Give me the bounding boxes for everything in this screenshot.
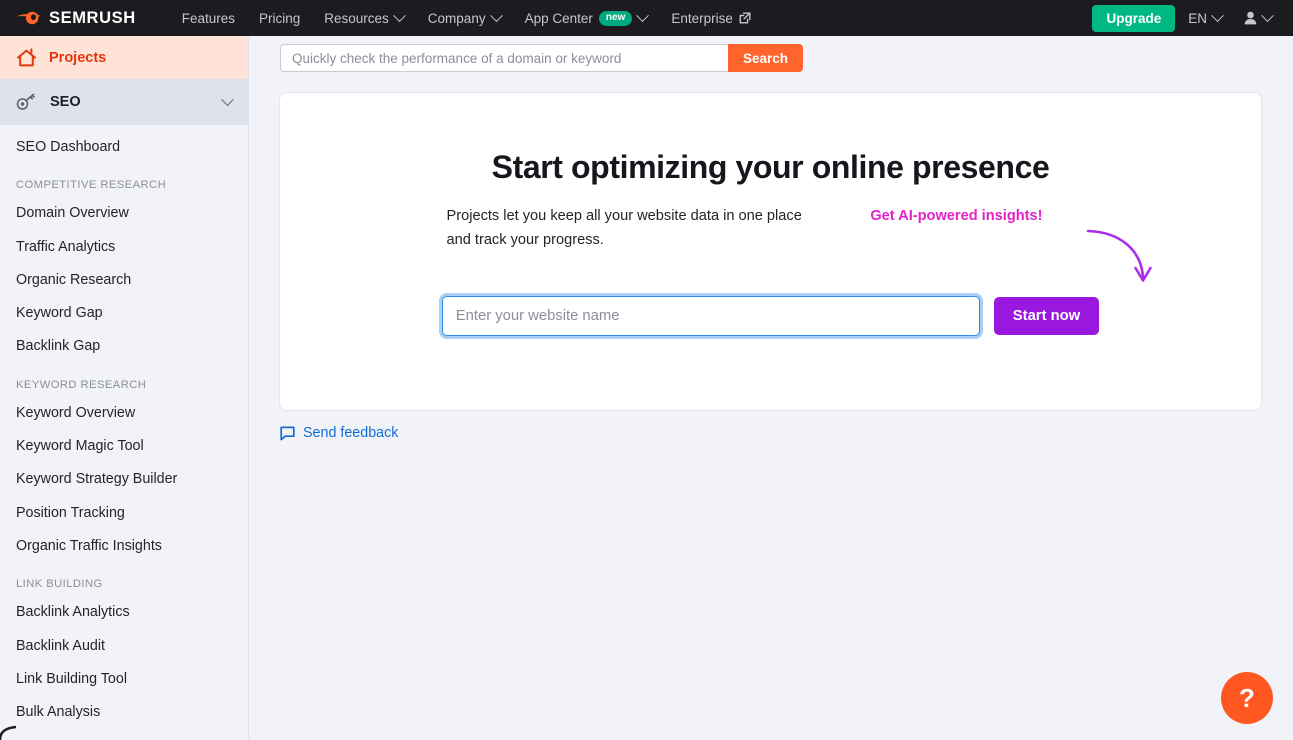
sidebar-group-title-keyword-research: KEYWORD RESEARCH bbox=[16, 378, 147, 391]
nav-item-enterprise[interactable]: Enterprise bbox=[659, 0, 763, 36]
ai-insights-note: Get AI-powered insights! bbox=[870, 208, 1043, 224]
chevron-down-icon bbox=[392, 8, 406, 22]
sidebar-group-title-link-building: LINK BUILDING bbox=[16, 578, 103, 591]
search-group: Search bbox=[280, 44, 804, 72]
nav-right-group: Upgrade EN bbox=[1092, 0, 1281, 36]
brand-name: SEMRUSH bbox=[49, 8, 136, 27]
chevron-down-icon[interactable] bbox=[221, 92, 234, 106]
website-form: Start now bbox=[441, 296, 1100, 337]
account-menu[interactable] bbox=[1235, 0, 1281, 36]
help-button[interactable]: ? bbox=[1221, 672, 1273, 724]
website-input-wrapper[interactable] bbox=[441, 296, 980, 337]
sidebar-item-projects[interactable]: Projects bbox=[0, 36, 248, 79]
sidebar-menu: SEO Dashboard COMPETITIVE RESEARCH Domai… bbox=[0, 125, 248, 740]
speech-bubble-icon bbox=[280, 426, 295, 440]
curved-down-arrow-icon bbox=[1086, 229, 1152, 282]
website-name-input[interactable] bbox=[442, 308, 979, 325]
home-icon bbox=[17, 47, 36, 66]
sidebar-item-keyword-overview[interactable]: Keyword Overview bbox=[0, 397, 248, 430]
upgrade-button[interactable]: Upgrade bbox=[1092, 4, 1176, 32]
sidebar-projects-label: Projects bbox=[49, 49, 107, 66]
nav-items: Features Pricing Resources Company App C… bbox=[170, 0, 763, 36]
app-shell: Projects SEO SEO Dashboard COMPETITIVE R… bbox=[0, 36, 1293, 740]
nav-item-resources[interactable]: Resources bbox=[312, 0, 416, 36]
new-badge: new bbox=[598, 10, 633, 26]
sidebar-item-backlink-audit[interactable]: Backlink Audit bbox=[0, 630, 248, 663]
nav-item-pricing[interactable]: Pricing bbox=[247, 0, 312, 36]
sidebar-item-backlink-gap[interactable]: Backlink Gap bbox=[0, 330, 248, 363]
sidebar-item-domain-overview[interactable]: Domain Overview bbox=[0, 197, 248, 230]
nav-item-label: Pricing bbox=[259, 10, 301, 26]
top-navigation-bar: SEMRUSH Features Pricing Resources Compa… bbox=[0, 0, 1293, 36]
nav-item-label: Company bbox=[427, 10, 486, 26]
global-search-bar: Search bbox=[249, 36, 1293, 80]
page-title: Start optimizing your online presence bbox=[491, 149, 1050, 185]
nav-item-label: Features bbox=[181, 10, 235, 26]
sidebar-group-title-competitive-research: COMPETITIVE RESEARCH bbox=[16, 179, 167, 192]
user-avatar-icon bbox=[1244, 11, 1257, 25]
sidebar-item-traffic-analytics[interactable]: Traffic Analytics bbox=[0, 231, 248, 264]
nav-item-label: App Center bbox=[524, 10, 593, 26]
sidebar-group-title-on-page-tech-seo: ON PAGE & TECH SEO bbox=[0, 729, 248, 740]
nav-item-label: Enterprise bbox=[671, 10, 733, 26]
chevron-down-icon bbox=[489, 8, 503, 22]
sidebar-section-seo[interactable]: SEO bbox=[0, 79, 248, 125]
hero-description: Projects let you keep all your website d… bbox=[446, 208, 802, 248]
semrush-logo[interactable]: SEMRUSH bbox=[16, 9, 136, 27]
hero-subtitle-row: Projects let you keep all your website d… bbox=[446, 205, 1152, 282]
chevron-down-icon bbox=[1211, 8, 1224, 22]
start-now-button[interactable]: Start now bbox=[993, 297, 1100, 336]
sidebar-item-position-tracking[interactable]: Position Tracking bbox=[0, 497, 248, 530]
sidebar-item-organic-research[interactable]: Organic Research bbox=[0, 264, 248, 297]
nav-item-features[interactable]: Features bbox=[170, 0, 247, 36]
main-content: Search Start optimizing your online pres… bbox=[249, 36, 1293, 740]
send-feedback-label: Send feedback bbox=[303, 425, 399, 441]
sidebar-item-keyword-gap[interactable]: Keyword Gap bbox=[0, 297, 248, 330]
nav-item-company[interactable]: Company bbox=[416, 0, 513, 36]
sidebar-item-backlink-analytics[interactable]: Backlink Analytics bbox=[0, 596, 248, 629]
sidebar-item-keyword-magic-tool[interactable]: Keyword Magic Tool bbox=[0, 430, 248, 463]
sidebar-item-organic-traffic-insights[interactable]: Organic Traffic Insights bbox=[0, 530, 248, 563]
semrush-comet-logo-icon bbox=[17, 11, 40, 25]
external-link-icon bbox=[739, 12, 751, 24]
sidebar-item-link-building-tool[interactable]: Link Building Tool bbox=[0, 663, 248, 696]
send-feedback-link[interactable]: Send feedback bbox=[280, 425, 1293, 441]
chevron-down-icon bbox=[1261, 8, 1274, 22]
sidebar-item-bulk-analysis[interactable]: Bulk Analysis bbox=[0, 696, 248, 729]
sidebar-item-seo-dashboard[interactable]: SEO Dashboard bbox=[0, 131, 248, 164]
sidebar-corner-accent bbox=[0, 725, 17, 740]
search-input[interactable] bbox=[280, 44, 728, 72]
sidebar: Projects SEO SEO Dashboard COMPETITIVE R… bbox=[0, 36, 249, 740]
nav-item-label: Resources bbox=[324, 10, 389, 26]
language-selector[interactable]: EN bbox=[1179, 0, 1231, 36]
search-button[interactable]: Search bbox=[728, 44, 804, 72]
language-label: EN bbox=[1188, 10, 1207, 26]
sidebar-item-keyword-strategy-builder[interactable]: Keyword Strategy Builder bbox=[0, 463, 248, 496]
nav-item-app-center[interactable]: App Center new bbox=[513, 0, 660, 36]
onboarding-card: Start optimizing your online presence Pr… bbox=[279, 92, 1262, 411]
chevron-down-icon bbox=[636, 8, 650, 22]
key-icon bbox=[16, 93, 35, 110]
sidebar-seo-label: SEO bbox=[50, 94, 81, 110]
